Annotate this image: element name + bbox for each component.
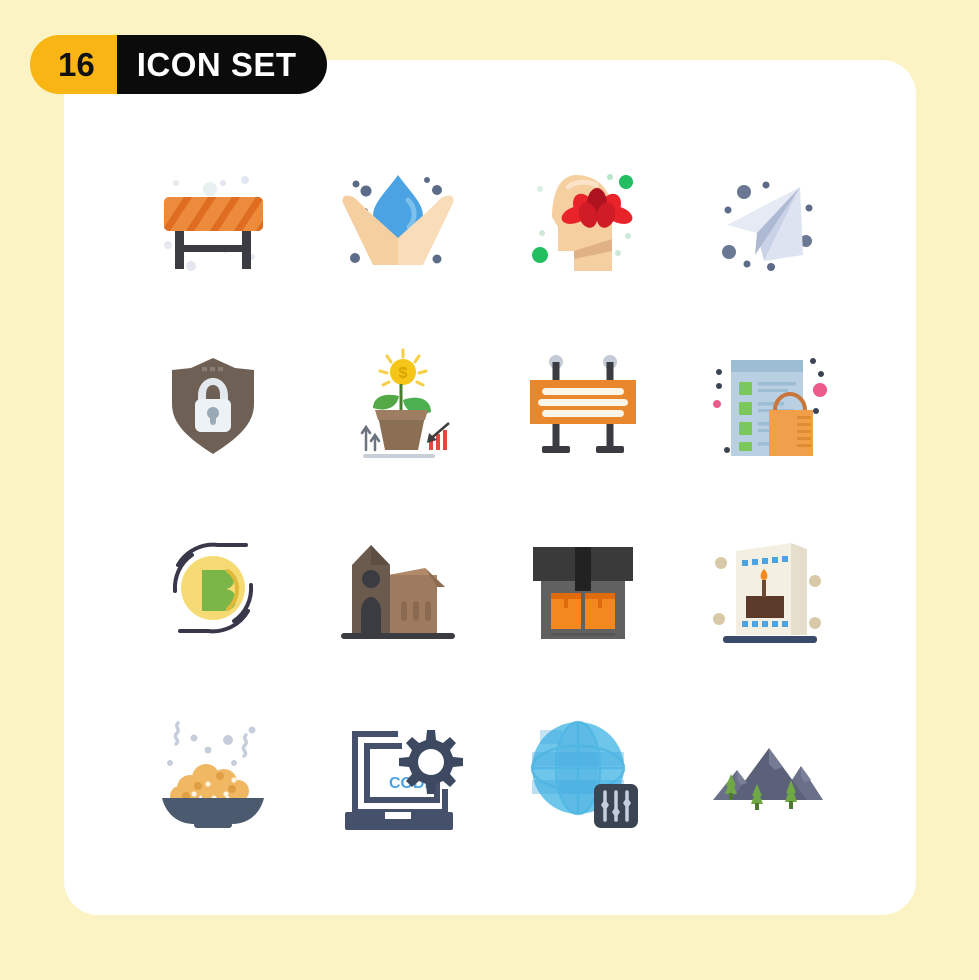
shopping-list-bag-icon bbox=[712, 357, 827, 456]
icon-cell-8[interactable] bbox=[675, 310, 860, 495]
icon-count-label: 16 bbox=[30, 35, 117, 94]
signboard-icon bbox=[529, 354, 636, 453]
icon-cell-3[interactable] bbox=[490, 125, 675, 310]
icon-grid: $ bbox=[120, 125, 860, 865]
icon-cell-16[interactable] bbox=[675, 680, 860, 865]
icon-set-page: 16 ICON SET $ bbox=[0, 0, 979, 980]
icon-set-title: ICON SET bbox=[116, 35, 327, 94]
icon-cell-6[interactable]: $ bbox=[305, 310, 490, 495]
icon-cell-13[interactable] bbox=[120, 680, 305, 865]
icon-cell-15[interactable] bbox=[490, 680, 675, 865]
icon-cell-1[interactable] bbox=[120, 125, 305, 310]
barrier-icon bbox=[163, 175, 263, 271]
icon-cell-5[interactable] bbox=[120, 310, 305, 495]
startup-growth-icon: $ bbox=[360, 348, 450, 458]
mindfulness-head-lotus-icon bbox=[531, 173, 633, 271]
paper-plane-icon bbox=[721, 181, 812, 271]
icon-cell-9[interactable] bbox=[120, 495, 305, 680]
laptop-code-gear-icon: CODE bbox=[344, 729, 463, 830]
icon-cell-7[interactable] bbox=[490, 310, 675, 495]
birthday-card-icon bbox=[712, 542, 821, 643]
bitcoin-coin-icon bbox=[172, 542, 253, 633]
icon-cell-10[interactable] bbox=[305, 495, 490, 680]
icon-cell-2[interactable] bbox=[305, 125, 490, 310]
coin-sun: $ bbox=[378, 348, 427, 386]
svg-text:$: $ bbox=[398, 365, 407, 382]
icon-cell-14[interactable]: CODE bbox=[305, 680, 490, 865]
warehouse-store-icon bbox=[532, 546, 633, 639]
food-bowl-icon bbox=[161, 720, 264, 828]
church-building-icon bbox=[340, 544, 455, 639]
header-badge: 16 ICON SET bbox=[30, 35, 327, 94]
mountains-trees-icon bbox=[712, 747, 823, 810]
icon-cell-4[interactable] bbox=[675, 125, 860, 310]
globe-settings-icon bbox=[530, 720, 638, 828]
water-drop-hands-icon bbox=[341, 174, 454, 265]
icon-cell-11[interactable] bbox=[490, 495, 675, 680]
icon-cell-12[interactable] bbox=[675, 495, 860, 680]
shield-lock-icon bbox=[171, 357, 254, 454]
